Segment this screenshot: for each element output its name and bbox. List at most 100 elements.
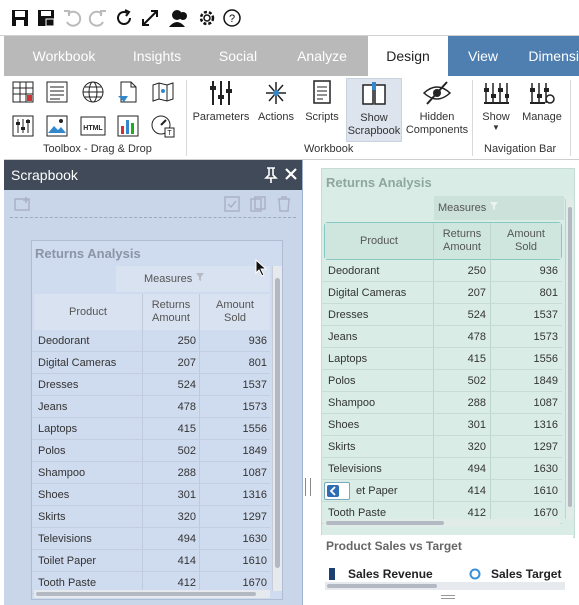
scroll-thumb[interactable] (327, 584, 437, 588)
measures-header[interactable]: Measures (116, 266, 270, 292)
bar-chart-icon[interactable] (115, 113, 141, 139)
globe-icon[interactable] (80, 79, 106, 105)
product-col-header[interactable]: Product (34, 294, 142, 330)
document-icon[interactable] (115, 79, 141, 105)
table-row[interactable]: Digital Cameras 207 801 (32, 352, 270, 374)
collapse-arrow-button[interactable] (324, 482, 350, 500)
add-icon[interactable] (14, 196, 32, 215)
tab-dimensions[interactable]: Dimensi (518, 36, 579, 76)
product-col-header[interactable]: Product (325, 223, 433, 259)
trash-icon[interactable] (276, 196, 292, 215)
table-row[interactable]: Dresses 524 1537 (32, 374, 270, 396)
table-row[interactable]: et Paper 414 1610 (322, 480, 562, 502)
image-icon[interactable] (44, 113, 70, 139)
table-row[interactable]: Toilet Paper 414 1610 (32, 550, 270, 572)
manage-navbar-button[interactable]: Manage (520, 78, 564, 124)
table-row[interactable]: Digital Cameras 207 801 (322, 282, 562, 304)
scrapbook-report[interactable]: Returns Analysis Measures Product Return… (31, 240, 283, 600)
table-row[interactable]: Shoes 301 1316 (322, 414, 562, 436)
save-icon[interactable] (10, 8, 30, 28)
product-cell: Shoes (38, 488, 70, 501)
vertical-scrollbar[interactable] (565, 199, 574, 519)
filter-icon[interactable] (489, 201, 499, 215)
table-row[interactable]: Polos 502 1849 (32, 440, 270, 462)
product-sales-chart[interactable]: Product Sales vs Target Sales Revenue Sa… (321, 535, 573, 605)
pin-icon[interactable] (264, 166, 278, 187)
html-icon[interactable]: HTML (80, 113, 106, 139)
dropdown-arrow-icon: ▼ (492, 123, 500, 132)
sold-cell: 1537 (242, 378, 267, 391)
table-row[interactable]: Dresses 524 1537 (322, 304, 562, 326)
horizontal-scrollbar[interactable] (34, 590, 270, 598)
help-icon[interactable]: ? (222, 8, 242, 28)
vertical-scrollbar[interactable] (272, 266, 282, 591)
table-row[interactable]: Skirts 320 1297 (32, 506, 270, 528)
returns-col-header[interactable]: Returns Amount (143, 294, 199, 330)
parameters-button[interactable]: Parameters (192, 78, 250, 124)
sold-col-header[interactable]: Amount Sold (200, 294, 270, 330)
scrapbook-icon (359, 79, 389, 109)
tab-label: Workbook (32, 48, 96, 64)
measures-label: Measures (144, 272, 193, 285)
scripts-button[interactable]: Scripts (302, 78, 342, 124)
scroll-thumb[interactable] (326, 521, 444, 525)
table-row[interactable]: Televisions 494 1630 (32, 528, 270, 550)
table-icon[interactable] (10, 79, 36, 105)
text-icon[interactable] (44, 79, 70, 105)
scroll-thumb[interactable] (36, 592, 256, 596)
returns-cell: 502 (177, 444, 196, 457)
sliders-icon[interactable] (10, 113, 36, 139)
returns-cell: 502 (467, 374, 486, 387)
table-row[interactable]: Shampoo 288 1087 (322, 392, 562, 414)
refresh-icon[interactable] (114, 8, 134, 28)
sold-col-header[interactable]: Amount Sold (491, 223, 561, 259)
sold-cell: 1610 (242, 554, 267, 567)
returns-col-header[interactable]: Returns Amount (434, 223, 490, 259)
report-panel[interactable]: Returns Analysis Measures Product Return… (321, 168, 575, 538)
table-row[interactable]: Televisions 494 1630 (322, 458, 562, 480)
check-icon[interactable] (224, 196, 240, 215)
tab-design[interactable]: Design (368, 36, 448, 76)
tab-workbook[interactable]: Workbook (14, 36, 114, 76)
table-row[interactable]: Polos 502 1849 (322, 370, 562, 392)
scroll-thumb[interactable] (568, 207, 572, 507)
filter-icon[interactable] (195, 272, 205, 286)
table-row[interactable]: Jeans 478 1573 (322, 326, 562, 348)
horizontal-scrollbar[interactable] (325, 582, 565, 590)
users-icon[interactable] (168, 8, 188, 28)
tab-view[interactable]: View (448, 36, 518, 76)
copy-icon[interactable] (250, 196, 266, 215)
gauge-icon[interactable]: T (150, 113, 176, 139)
returns-header-label: Amount (443, 241, 481, 253)
table-row[interactable]: Shoes 301 1316 (32, 484, 270, 506)
close-icon[interactable] (284, 167, 298, 184)
table-row[interactable]: Shampoo 288 1087 (32, 462, 270, 484)
sold-cell: 1556 (533, 352, 558, 365)
actions-button[interactable]: Actions (254, 78, 298, 124)
tab-analyze[interactable]: Analyze (278, 36, 366, 76)
ribbon-panel: HTML T Toolbox - Drag & Drop Parameters … (4, 76, 579, 160)
table-row[interactable]: Deodorant 250 936 (322, 260, 562, 282)
save-as-icon[interactable] (36, 8, 56, 28)
table-row[interactable]: Skirts 320 1297 (322, 436, 562, 458)
measures-header[interactable]: Measures (434, 196, 564, 220)
map-icon[interactable] (150, 79, 176, 105)
tab-social[interactable]: Social (200, 36, 276, 76)
undo-icon[interactable] (62, 8, 82, 28)
hidden-components-button[interactable]: Hidden Components (404, 78, 470, 137)
splitter-handle[interactable] (305, 478, 311, 496)
table-row[interactable]: Deodorant 250 936 (32, 330, 270, 352)
show-scrapbook-button[interactable]: Show Scrapbook (346, 78, 402, 142)
table-row[interactable]: Laptops 415 1556 (322, 348, 562, 370)
horizontal-scrollbar[interactable] (324, 519, 560, 527)
redo-icon[interactable] (88, 8, 108, 28)
table-row[interactable]: Laptops 415 1556 (32, 418, 270, 440)
gear-icon[interactable] (197, 8, 217, 28)
legend-swatch-revenue (329, 568, 335, 580)
resize-handle[interactable] (441, 595, 455, 599)
fullscreen-icon[interactable] (140, 8, 160, 28)
table-row[interactable]: Jeans 478 1573 (32, 396, 270, 418)
tab-insights[interactable]: Insights (116, 36, 198, 76)
show-navbar-button[interactable]: Show ▼ (478, 78, 514, 132)
scroll-thumb[interactable] (275, 278, 280, 568)
